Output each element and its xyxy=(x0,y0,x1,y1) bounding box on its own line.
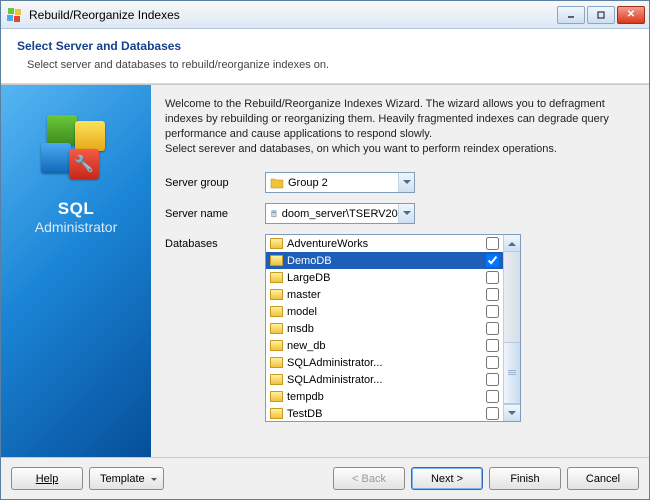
database-name: tempdb xyxy=(287,391,480,403)
database-row[interactable]: TestDB xyxy=(266,405,503,421)
titlebar[interactable]: Rebuild/Reorganize Indexes ✕ xyxy=(1,1,649,29)
database-row[interactable]: SQLAdministrator... xyxy=(266,371,503,388)
intro-text: Welcome to the Rebuild/Reorganize Indexe… xyxy=(165,97,635,156)
database-name: msdb xyxy=(287,323,480,335)
database-row[interactable]: AdventureWorks xyxy=(266,235,503,252)
server-group-value: Group 2 xyxy=(288,177,328,189)
database-checkbox[interactable] xyxy=(486,305,499,318)
server-icon xyxy=(270,207,278,221)
database-checkbox[interactable] xyxy=(486,339,499,352)
server-group-label: Server group xyxy=(165,177,265,189)
intro-line2: Select serever and databases, on which y… xyxy=(165,143,557,155)
database-icon xyxy=(270,272,283,283)
database-row[interactable]: tempdb xyxy=(266,388,503,405)
database-name: new_db xyxy=(287,340,480,352)
next-button[interactable]: Next > xyxy=(411,467,483,490)
database-name: DemoDB xyxy=(287,255,480,267)
server-name-combo[interactable]: doom_server\TSERV2005 xyxy=(265,203,415,224)
intro-line1: Welcome to the Rebuild/Reorganize Indexe… xyxy=(165,98,609,140)
database-name: master xyxy=(287,289,480,301)
server-name-value: doom_server\TSERV2005 xyxy=(282,208,410,220)
databases-label: Databases xyxy=(165,234,265,250)
database-name: model xyxy=(287,306,480,318)
wizard-main: Welcome to the Rebuild/Reorganize Indexe… xyxy=(151,85,649,457)
help-button[interactable]: Help xyxy=(11,467,83,490)
database-icon xyxy=(270,340,283,351)
chevron-down-icon xyxy=(398,204,414,223)
database-checkbox[interactable] xyxy=(486,390,499,403)
database-icon xyxy=(270,408,283,419)
page-subtitle: Select server and databases to rebuild/r… xyxy=(27,59,633,71)
database-row[interactable]: msdb xyxy=(266,320,503,337)
brand-line2: Administrator xyxy=(35,219,117,235)
database-list: AdventureWorks DemoDB LargeDB master model ms… xyxy=(265,234,521,422)
database-checkbox[interactable] xyxy=(486,254,499,267)
window-title: Rebuild/Reorganize Indexes xyxy=(29,8,557,22)
database-name: SQLAdministrator... xyxy=(287,374,480,386)
wizard-header: Select Server and Databases Select serve… xyxy=(1,29,649,84)
brand-line1: SQL xyxy=(58,199,94,219)
wizard-footer: Help Template < Back Next > Finish Cance… xyxy=(1,457,649,499)
database-row[interactable]: LargeDB xyxy=(266,269,503,286)
database-icon xyxy=(270,357,283,368)
database-row[interactable]: DemoDB xyxy=(266,252,503,269)
database-icon xyxy=(270,306,283,317)
wizard-window: Rebuild/Reorganize Indexes ✕ Select Serv… xyxy=(0,0,650,500)
database-checkbox[interactable] xyxy=(486,356,499,369)
database-checkbox[interactable] xyxy=(486,237,499,250)
template-button[interactable]: Template xyxy=(89,467,164,490)
cancel-button[interactable]: Cancel xyxy=(567,467,639,490)
page-title: Select Server and Databases xyxy=(17,39,633,53)
database-name: SQLAdministrator... xyxy=(287,357,480,369)
database-icon xyxy=(270,374,283,385)
database-icon xyxy=(270,238,283,249)
database-icon xyxy=(270,391,283,402)
finish-button[interactable]: Finish xyxy=(489,467,561,490)
database-row[interactable]: SQLAdministrator... xyxy=(266,354,503,371)
database-name: LargeDB xyxy=(287,272,480,284)
close-button[interactable]: ✕ xyxy=(617,6,645,24)
scroll-thumb[interactable] xyxy=(504,342,520,404)
wizard-sidebar: 🔧 SQL Administrator xyxy=(1,85,151,457)
database-row[interactable]: new_db xyxy=(266,337,503,354)
server-group-combo[interactable]: Group 2 xyxy=(265,172,415,193)
database-row[interactable]: master xyxy=(266,286,503,303)
database-icon xyxy=(270,255,283,266)
database-checkbox[interactable] xyxy=(486,322,499,335)
database-checkbox[interactable] xyxy=(486,288,499,301)
brand-logo-icon: 🔧 xyxy=(41,115,111,185)
database-icon xyxy=(270,289,283,300)
database-checkbox[interactable] xyxy=(486,373,499,386)
folder-icon xyxy=(270,176,284,190)
database-name: AdventureWorks xyxy=(287,238,480,250)
back-button[interactable]: < Back xyxy=(333,467,405,490)
scrollbar[interactable] xyxy=(503,235,520,421)
database-name: TestDB xyxy=(287,408,480,420)
app-icon xyxy=(7,7,23,23)
database-checkbox[interactable] xyxy=(486,407,499,420)
scroll-down-button[interactable] xyxy=(504,404,520,421)
server-name-label: Server name xyxy=(165,208,265,220)
database-row[interactable]: model xyxy=(266,303,503,320)
scroll-up-button[interactable] xyxy=(504,235,520,252)
maximize-button[interactable] xyxy=(587,6,615,24)
database-icon xyxy=(270,323,283,334)
database-checkbox[interactable] xyxy=(486,271,499,284)
minimize-button[interactable] xyxy=(557,6,585,24)
chevron-down-icon xyxy=(398,173,414,192)
